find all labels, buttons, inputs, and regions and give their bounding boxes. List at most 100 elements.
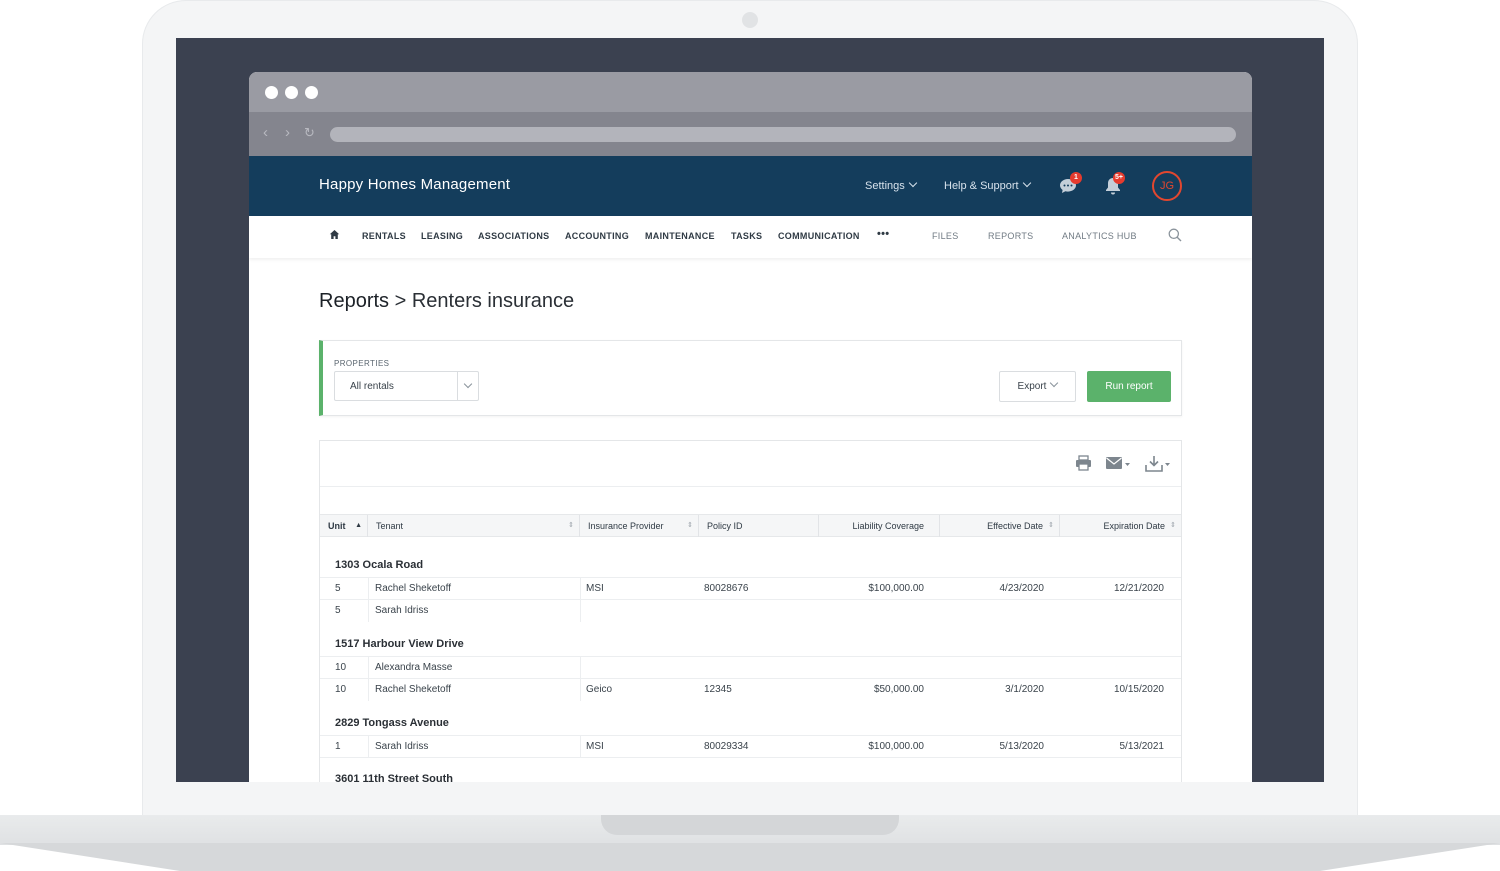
window-maximize-dot[interactable] [305,86,318,99]
column-tenant-label: Tenant [376,521,404,531]
table-row[interactable]: 5 Rachel Sheketoff MSI 80028676 $100,000… [320,577,1181,600]
window-minimize-dot[interactable] [285,86,298,99]
envelope-icon [1106,457,1130,469]
window-close-dot[interactable] [265,86,278,99]
export-button[interactable]: Export [999,371,1076,402]
table-header: Unit ▲ Tenant ⇕ Insurance Provider ⇕ Policy… [320,514,1181,537]
download-icon[interactable] [1145,455,1171,477]
browser-window: ‹ › ↻ Happy Homes Management Settings He… [249,72,1252,782]
cell-policy: 80028676 [704,583,749,594]
column-divider [368,600,369,622]
chevron-down-icon [908,178,917,188]
chevron-down-icon [1050,378,1059,388]
column-divider [580,578,581,600]
nav-reports[interactable]: REPORTS [988,231,1033,241]
chevron-down-icon [457,372,478,400]
report-panel: Unit ▲ Tenant ⇕ Insurance Provider ⇕ Policy… [319,440,1182,782]
column-divider [580,657,581,679]
cell-effective: 5/13/2020 [999,741,1045,752]
run-report-button[interactable]: Run report [1087,371,1171,402]
address-bar[interactable] [330,127,1236,142]
sort-icon: ⇕ [687,522,693,529]
table-row[interactable]: 5 Sarah Idriss [320,599,1181,622]
column-liability-coverage[interactable]: Liability Coverage [819,515,940,537]
column-insurance-provider[interactable]: Insurance Provider ⇕ [580,515,699,537]
email-icon[interactable] [1105,455,1131,476]
nav-rentals[interactable]: RENTALS [362,231,406,241]
cell-unit: 5 [335,583,341,594]
back-icon[interactable]: ‹ [263,124,268,142]
properties-label: PROPERTIES [334,359,390,368]
export-label: Export [1017,381,1047,392]
column-divider [580,600,581,622]
cell-provider: MSI [586,741,604,752]
settings-menu[interactable]: Settings [865,178,917,192]
column-tenant[interactable]: Tenant ⇕ [368,515,580,537]
home-icon[interactable] [329,229,340,242]
breadcrumb-current: Renters insurance [411,290,575,312]
properties-select[interactable]: All rentals [334,371,479,401]
cell-tenant: Sarah Idriss [375,741,429,752]
property-group-heading: 1517 Harbour View Drive [335,638,464,650]
nav-maintenance[interactable]: MAINTENANCE [645,231,715,241]
cell-unit: 5 [335,605,341,616]
house-icon [329,230,340,239]
help-support-menu[interactable]: Help & Support [944,178,1031,192]
column-provider-label: Insurance Provider [588,521,664,531]
nav-associations[interactable]: ASSOCIATIONS [478,231,549,241]
table-row[interactable]: 1 Sarah Idriss MSI 80029334 $100,000.00 … [320,735,1181,758]
cell-tenant: Rachel Sheketoff [375,684,451,695]
column-divider [368,578,369,600]
nav-files[interactable]: FILES [932,231,959,241]
notifications-badge: 5+ [1113,172,1125,184]
column-unit[interactable]: Unit ▲ [320,515,368,537]
browser-titlebar [249,72,1252,112]
laptop-screen: ‹ › ↻ Happy Homes Management Settings He… [176,38,1324,782]
print-icon[interactable] [1075,455,1092,476]
column-coverage-label: Liability Coverage [852,521,924,531]
cell-tenant: Rachel Sheketoff [375,583,451,594]
magnifier-icon [1168,228,1182,242]
cell-tenant: Sarah Idriss [375,605,429,616]
filter-panel: PROPERTIES All rentals Export Run report [319,340,1182,416]
cell-policy: 12345 [704,684,732,695]
cell-effective: 4/23/2020 [999,583,1045,594]
messages-button[interactable]: 1 [1058,172,1082,198]
table-row[interactable]: 10 Alexandra Masse [320,656,1181,679]
sort-icon: ⇕ [1170,522,1176,529]
column-policy-id[interactable]: Policy ID [699,515,819,537]
column-expiration-date[interactable]: Expiration Date ⇕ [1060,515,1181,537]
user-avatar[interactable]: JG [1152,171,1182,201]
laptop-mockup: ‹ › ↻ Happy Homes Management Settings He… [0,0,1500,871]
settings-label: Settings [865,180,905,192]
column-expiration-label: Expiration Date [1103,521,1165,531]
column-unit-label: Unit [328,521,346,531]
cell-unit: 10 [335,662,347,673]
forward-icon[interactable]: › [285,124,290,142]
nav-more-icon[interactable]: ••• [877,228,889,240]
notifications-button[interactable]: 5+ [1104,172,1126,198]
nav-communication[interactable]: COMMUNICATION [778,231,860,241]
laptop-opening-notch [601,815,899,835]
laptop-base-underside [0,843,1500,871]
app-brand[interactable]: Happy Homes Management [319,176,510,193]
nav-tasks[interactable]: TASKS [731,231,762,241]
nav-accounting[interactable]: ACCOUNTING [565,231,629,241]
breadcrumb-root[interactable]: Reports [319,290,389,312]
cell-policy: 80029334 [704,741,749,752]
cell-tenant: Alexandra Masse [375,662,453,673]
cell-coverage: $100,000.00 [868,583,924,594]
cell-expiration: 5/13/2021 [1119,741,1165,752]
nav-leasing[interactable]: LEASING [421,231,463,241]
nav-analytics-hub[interactable]: ANALYTICS HUB [1062,231,1137,241]
column-divider [368,657,369,679]
page-title: Reports > Renters insurance [319,290,574,313]
chevron-down-icon [1022,178,1031,188]
cell-provider: MSI [586,583,604,594]
reload-icon[interactable]: ↻ [304,124,315,142]
table-row[interactable]: 10 Rachel Sheketoff Geico 12345 $50,000.… [320,678,1181,701]
search-icon[interactable] [1168,228,1182,244]
column-effective-date[interactable]: Effective Date ⇕ [940,515,1060,537]
row-divider [320,757,1181,758]
breadcrumb-separator: > [394,290,407,312]
